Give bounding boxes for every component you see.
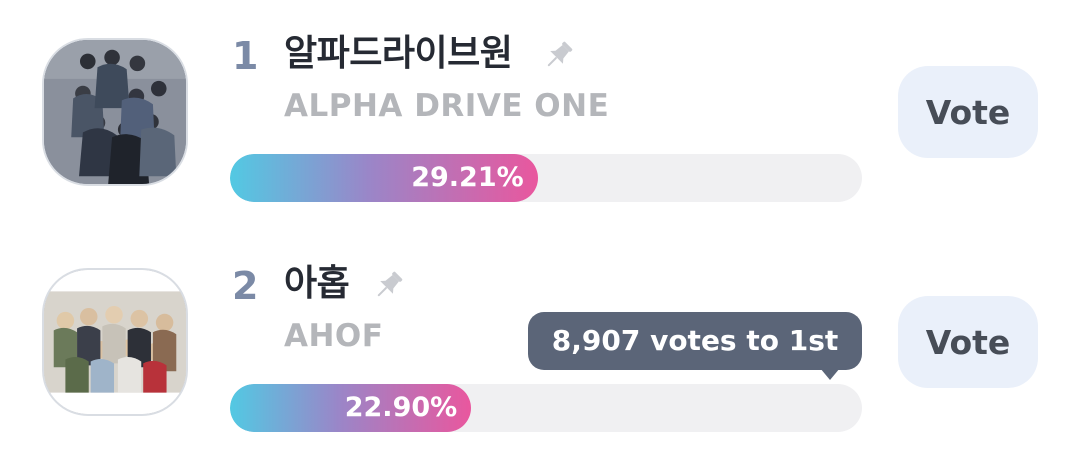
group-photo-ahof[interactable]	[42, 268, 188, 416]
ranking-row-2: 2 아홉 AHOF 8,907 votes to 1st 22.90% Vote	[0, 256, 1080, 456]
group-photo-image	[44, 270, 186, 414]
vote-percentage: 22.90%	[344, 392, 458, 423]
artist-name-english: ALPHA DRIVE ONE	[284, 88, 610, 124]
group-photo-image	[44, 40, 186, 184]
vote-progress-fill: 29.21%	[230, 154, 538, 202]
vote-progress-track: 29.21%	[230, 154, 862, 202]
artist-name-english: AHOF	[284, 318, 384, 354]
artist-name-korean: 알파드라이브원	[284, 33, 513, 74]
group-photo-alpha-drive-one[interactable]	[42, 38, 188, 186]
pin-icon[interactable]	[370, 268, 406, 304]
vote-progress-fill: 22.90%	[230, 384, 472, 432]
artist-name-korean: 아홉	[284, 263, 350, 304]
votes-gap-tooltip: 8,907 votes to 1st	[528, 312, 862, 370]
pin-icon[interactable]	[540, 38, 576, 74]
vote-progress-track: 22.90%	[230, 384, 862, 432]
vote-button[interactable]: Vote	[898, 66, 1038, 158]
rank-number: 2	[232, 264, 259, 308]
rank-number: 1	[232, 34, 259, 78]
ranking-row-1: 1 알파드라이브원 ALPHA DRIVE ONE 29.21% Vote	[0, 26, 1080, 226]
vote-button[interactable]: Vote	[898, 296, 1038, 388]
tooltip-tail	[820, 368, 840, 380]
vote-percentage: 29.21%	[411, 162, 524, 193]
